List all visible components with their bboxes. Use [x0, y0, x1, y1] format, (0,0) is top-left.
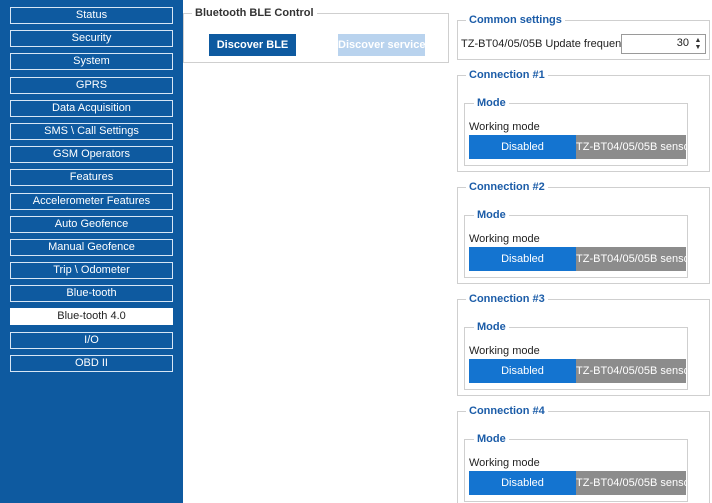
- sidebar-item-security[interactable]: Security: [10, 30, 173, 48]
- connection-3-group: Connection #3 Mode Working mode Disabled…: [457, 292, 710, 396]
- update-frequency-label: TZ-BT04/05/05B Update frequency: [461, 38, 633, 50]
- sidebar-item-gsm-operators[interactable]: GSM Operators: [10, 146, 173, 164]
- discover-services-button[interactable]: Discover services: [338, 34, 432, 56]
- app-window: Status Security System GPRS Data Acquisi…: [0, 0, 712, 503]
- connection-2-mode-group: Mode Working mode Disabled TZ-BT04/05/05…: [464, 208, 688, 278]
- sidebar-item-accelerometer-features[interactable]: Accelerometer Features: [10, 192, 173, 210]
- connection-4-mode-title: Mode: [474, 432, 509, 446]
- connection-2-group: Connection #2 Mode Working mode Disabled…: [457, 180, 710, 284]
- connection-3-working-mode-label: Working mode: [469, 345, 540, 357]
- connection-3-mode-group: Mode Working mode Disabled TZ-BT04/05/05…: [464, 320, 688, 390]
- sidebar-item-io[interactable]: I/O: [10, 331, 173, 349]
- connection-4-group: Connection #4 Mode Working mode Disabled…: [457, 404, 710, 503]
- connection-4-sensor-option[interactable]: TZ-BT04/05/05B sensor: [576, 471, 686, 495]
- connection-4-mode-group: Mode Working mode Disabled TZ-BT04/05/05…: [464, 432, 688, 502]
- connection-2-mode-title: Mode: [474, 208, 509, 222]
- connection-2-working-mode-label: Working mode: [469, 233, 540, 245]
- connection-1-sensor-option[interactable]: TZ-BT04/05/05B sensor: [576, 135, 686, 159]
- connection-1-group: Connection #1 Mode Working mode Disabled…: [457, 68, 710, 172]
- connection-2-working-mode-toggle: Disabled TZ-BT04/05/05B sensor: [469, 247, 686, 271]
- sidebar-item-data-acquisition[interactable]: Data Acquisition: [10, 99, 173, 117]
- sidebar-item-manual-geofence[interactable]: Manual Geofence: [10, 238, 173, 256]
- spinner-arrows-icon[interactable]: ▲ ▼: [693, 36, 703, 52]
- connection-3-sensor-option[interactable]: TZ-BT04/05/05B sensor: [576, 359, 686, 383]
- connection-3-working-mode-toggle: Disabled TZ-BT04/05/05B sensor: [469, 359, 686, 383]
- connection-1-mode-group: Mode Working mode Disabled TZ-BT04/05/05…: [464, 96, 688, 166]
- connection-1-mode-title: Mode: [474, 96, 509, 110]
- update-frequency-value: 30: [676, 37, 689, 49]
- connection-2-title: Connection #2: [466, 180, 548, 194]
- sidebar-item-status[interactable]: Status: [10, 7, 173, 24]
- update-frequency-stepper[interactable]: 30 ▲ ▼: [621, 34, 706, 54]
- sidebar-item-system[interactable]: System: [10, 53, 173, 71]
- connection-4-working-mode-toggle: Disabled TZ-BT04/05/05B sensor: [469, 471, 686, 495]
- ble-control-title: Bluetooth BLE Control: [192, 6, 317, 20]
- sidebar-item-gprs[interactable]: GPRS: [10, 76, 173, 94]
- sidebar-item-auto-geofence[interactable]: Auto Geofence: [10, 215, 173, 233]
- sidebar-item-obd-ii[interactable]: OBD II: [10, 354, 173, 372]
- sidebar-item-trip-odometer[interactable]: Trip \ Odometer: [10, 262, 173, 280]
- sidebar-item-features[interactable]: Features: [10, 169, 173, 187]
- connection-1-title: Connection #1: [466, 68, 548, 82]
- connection-4-working-mode-label: Working mode: [469, 457, 540, 469]
- common-settings-title: Common settings: [466, 13, 565, 27]
- connection-3-disabled-option[interactable]: Disabled: [469, 359, 576, 383]
- ble-control-group: Bluetooth BLE Control Discover BLE Disco…: [183, 6, 449, 63]
- sidebar-nav: Status Security System GPRS Data Acquisi…: [0, 0, 183, 503]
- connection-4-title: Connection #4: [466, 404, 548, 418]
- connection-1-working-mode-label: Working mode: [469, 121, 540, 133]
- connection-4-disabled-option[interactable]: Disabled: [469, 471, 576, 495]
- sidebar-item-sms-call-settings[interactable]: SMS \ Call Settings: [10, 122, 173, 140]
- connection-1-disabled-option[interactable]: Disabled: [469, 135, 576, 159]
- sidebar-item-bluetooth-4[interactable]: Blue-tooth 4.0: [10, 308, 173, 326]
- connection-1-working-mode-toggle: Disabled TZ-BT04/05/05B sensor: [469, 135, 686, 159]
- connection-3-mode-title: Mode: [474, 320, 509, 334]
- sidebar-item-bluetooth[interactable]: Blue-tooth: [10, 285, 173, 303]
- discover-ble-button[interactable]: Discover BLE: [209, 34, 296, 56]
- connection-2-sensor-option[interactable]: TZ-BT04/05/05B sensor: [576, 247, 686, 271]
- connection-2-disabled-option[interactable]: Disabled: [469, 247, 576, 271]
- common-settings-group: Common settings TZ-BT04/05/05B Update fr…: [457, 13, 710, 60]
- connection-3-title: Connection #3: [466, 292, 548, 306]
